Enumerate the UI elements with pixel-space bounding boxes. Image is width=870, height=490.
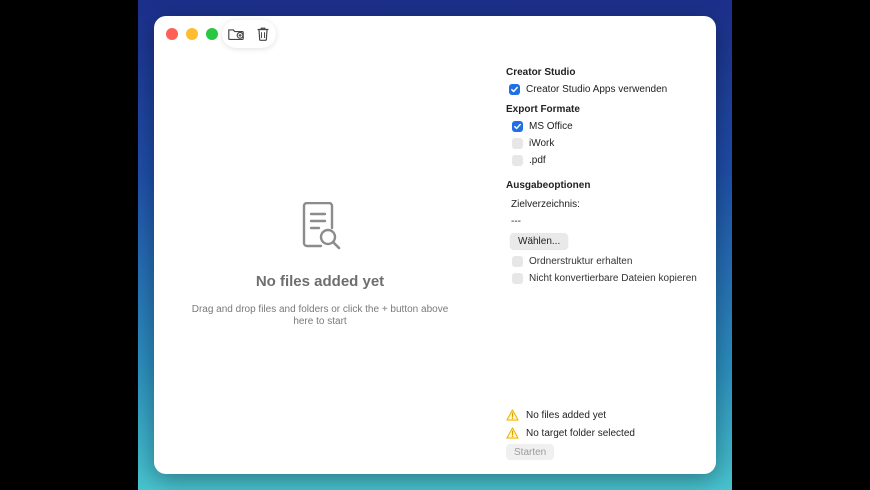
checkmark-icon (511, 86, 518, 92)
format-iwork-checkbox[interactable]: iWork (512, 136, 554, 150)
minimize-window-button[interactable] (186, 28, 198, 40)
warning-text: No files added yet (526, 409, 607, 421)
empty-state-title: No files added yet (255, 273, 385, 290)
export-formats-heading: Export Formate (506, 104, 580, 115)
folder-plus-icon (227, 29, 244, 40)
warning-icon (506, 427, 519, 439)
creator-studio-apps-checkbox[interactable]: Creator Studio Apps verwenden (509, 82, 667, 96)
warning-text: No target folder selected (526, 427, 635, 439)
format-label: MS Office (529, 120, 573, 132)
checkbox-unchecked[interactable] (512, 137, 523, 149)
creator-studio-apps-label: Creator Studio Apps verwenden (526, 83, 668, 95)
file-drop-area[interactable]: No files added yet Drag and drop files a… (154, 56, 486, 474)
warning-no-target: No target folder selected (506, 426, 635, 440)
checkbox-unchecked[interactable] (512, 272, 523, 284)
target-directory-label: Zielverzeichnis: (511, 199, 580, 210)
checkbox-unchecked[interactable] (512, 154, 523, 166)
toolbar-group (222, 20, 276, 48)
checkbox-checked[interactable] (509, 83, 520, 95)
checkbox-unchecked[interactable] (512, 255, 523, 267)
warning-icon (506, 409, 519, 421)
choose-folder-button[interactable]: Wählen... (510, 233, 569, 249)
format-label: iWork (529, 137, 555, 149)
format-label: .pdf (529, 154, 546, 166)
settings-sidebar: Creator Studio Creator Studio Apps verwe… (506, 16, 716, 474)
warning-no-files: No files added yet (506, 408, 606, 422)
output-options-heading: Ausgabeoptionen (506, 180, 591, 191)
copy-unconvertible-checkbox[interactable]: Nicht konvertierbare Dateien kopieren (512, 271, 697, 285)
format-ms-office-checkbox[interactable]: MS Office (512, 119, 573, 133)
keep-structure-checkbox[interactable]: Ordnerstruktur erhalten (512, 254, 632, 268)
empty-state-subtitle: Drag and drop files and folders or click… (191, 304, 449, 327)
close-window-button[interactable] (166, 28, 178, 40)
start-button[interactable]: Starten (506, 444, 555, 460)
add-folder-button[interactable] (225, 23, 247, 45)
trash-icon (257, 27, 268, 41)
creator-studio-heading: Creator Studio (506, 67, 576, 78)
checkmark-icon (514, 123, 521, 129)
app-window: No files added yet Drag and drop files a… (154, 16, 716, 474)
format-pdf-checkbox[interactable]: .pdf (512, 153, 546, 167)
delete-button[interactable] (252, 23, 274, 45)
copy-unconvertible-label: Nicht konvertierbare Dateien kopieren (529, 272, 697, 284)
checkbox-checked[interactable] (512, 120, 523, 132)
document-search-icon (302, 202, 341, 250)
keep-structure-label: Ordnerstruktur erhalten (529, 255, 633, 267)
window-controls (166, 28, 218, 40)
zoom-window-button[interactable] (206, 28, 218, 40)
target-directory-value: --- (511, 216, 521, 227)
